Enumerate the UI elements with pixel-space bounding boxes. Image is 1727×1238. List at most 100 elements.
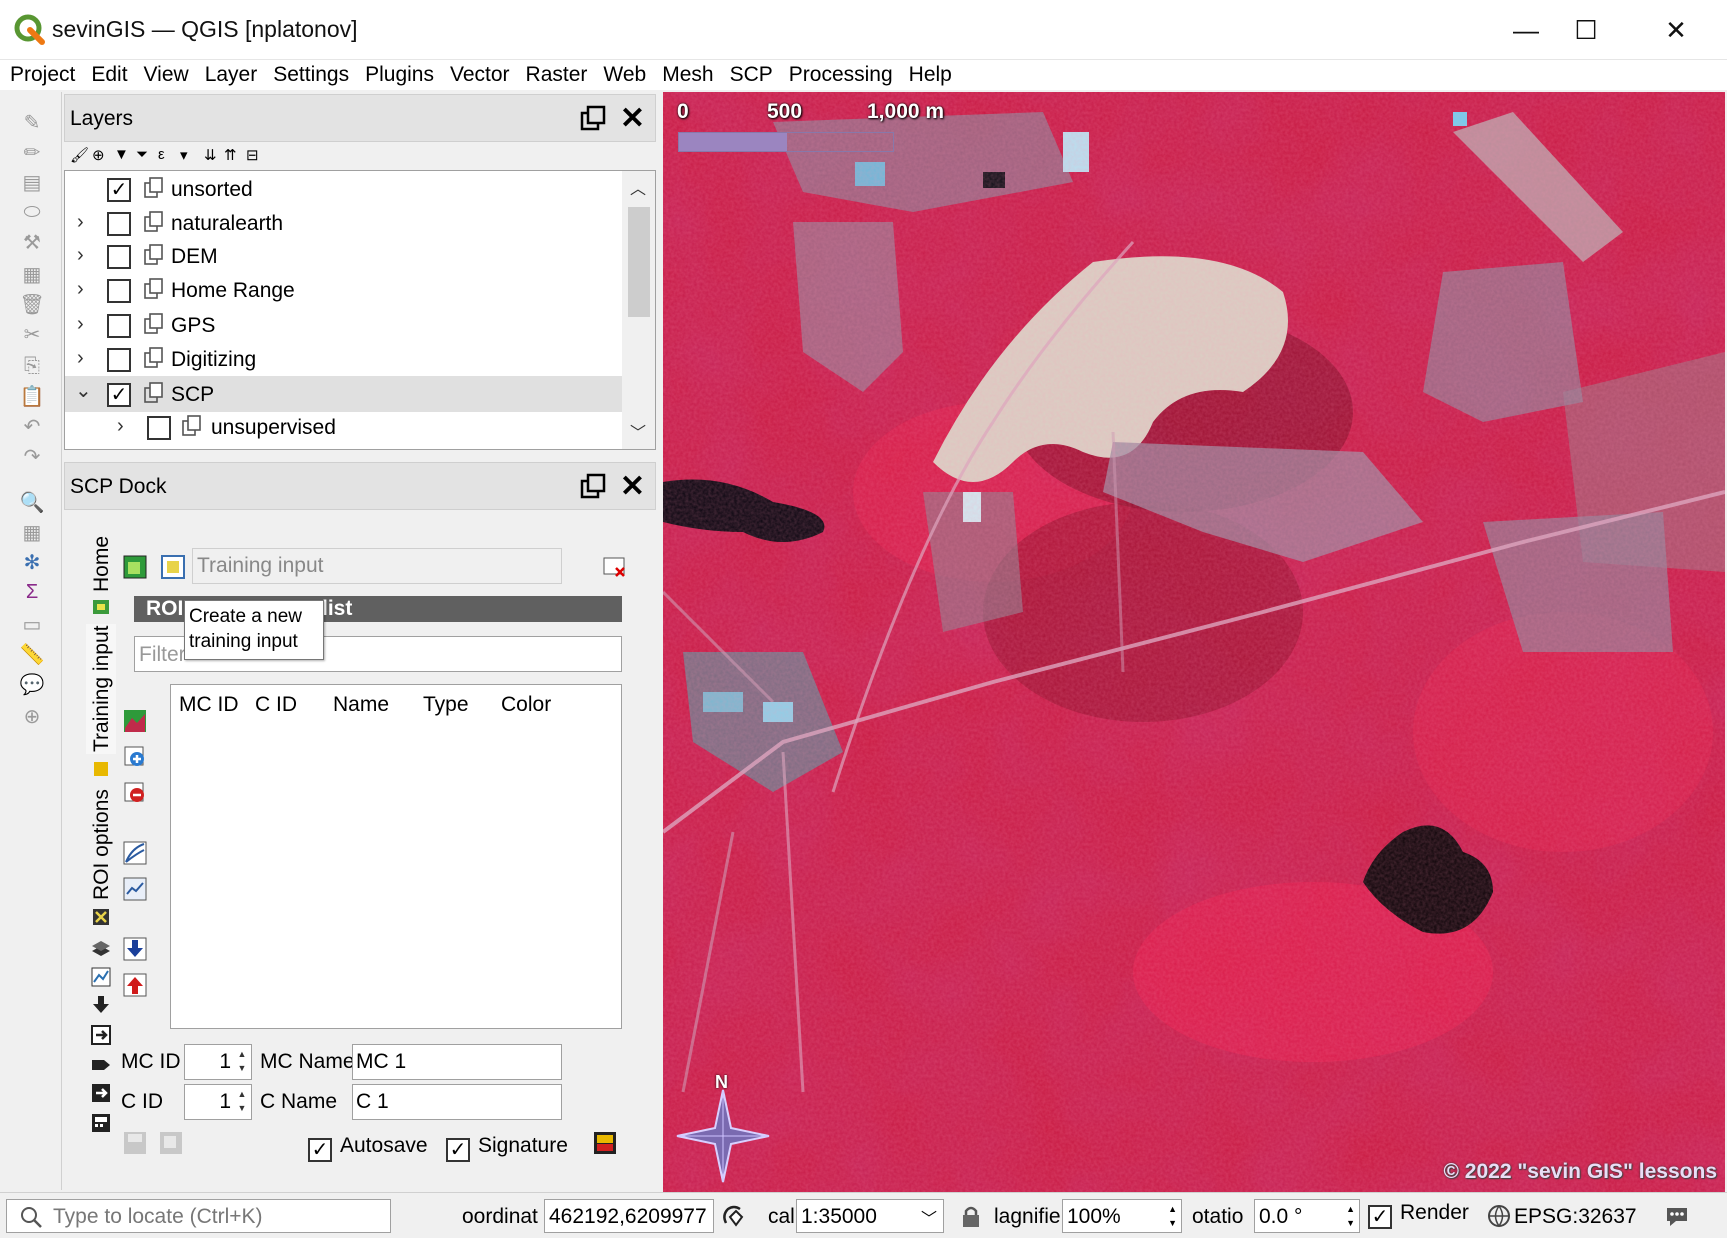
attribute-table-icon[interactable]: ▦ <box>20 520 44 544</box>
settings-gear-icon[interactable]: ✻ <box>20 550 44 574</box>
download-tab-icon[interactable] <box>90 994 112 1016</box>
scroll-up-icon[interactable]: ︿ <box>630 175 646 199</box>
layer-row-unsorted[interactable]: ✓ unsorted <box>65 171 622 207</box>
copy-features-icon[interactable]: ⎘ <box>20 354 44 378</box>
spectral-plot-tab-icon[interactable] <box>90 966 112 988</box>
checkbox-icon[interactable]: ✓ <box>308 1138 332 1162</box>
band-calc-tab-icon[interactable] <box>90 1112 112 1134</box>
layer-row-digitizing[interactable]: › Digitizing <box>65 341 622 377</box>
band-set-tab-icon[interactable] <box>90 936 112 958</box>
checkbox-icon[interactable]: ✓ <box>446 1138 470 1162</box>
vertex-tool-icon[interactable]: ⚒ <box>20 230 44 254</box>
layer-checkbox[interactable] <box>147 416 171 440</box>
filter-expression-icon[interactable]: ε <box>158 146 165 163</box>
lock-scale-icon[interactable] <box>958 1203 984 1229</box>
column-header-c-id[interactable]: C ID <box>255 693 297 717</box>
menu-scp[interactable]: SCP <box>730 63 773 87</box>
scatter-plot-icon[interactable] <box>122 840 148 866</box>
c-name-field[interactable]: C 1 <box>352 1084 562 1120</box>
save-edits-icon[interactable]: ▤ <box>20 170 44 194</box>
tab-home[interactable]: Home <box>86 532 116 592</box>
float-panel-icon[interactable] <box>579 472 607 500</box>
manage-theme-icon[interactable]: ▼ <box>114 146 129 163</box>
expand-all-icon[interactable]: ▾ <box>180 146 188 164</box>
tab-training-input[interactable]: Training input <box>86 624 116 754</box>
import-roi-icon[interactable] <box>122 936 148 962</box>
layer-row-home-range[interactable]: › Home Range <box>65 272 622 308</box>
merge-roi-icon[interactable] <box>122 744 148 770</box>
remove-layer-icon[interactable]: ⊟ <box>246 146 259 164</box>
layer-row-unsupervised[interactable]: › unsupervised <box>65 409 622 445</box>
layer-checkbox[interactable] <box>107 314 131 338</box>
measure-icon[interactable]: ▭ <box>20 612 44 636</box>
undo-roi-icon[interactable] <box>158 1130 184 1156</box>
ruler-icon[interactable]: 📏 <box>20 642 45 666</box>
expand-chevron-icon[interactable]: › <box>77 347 84 370</box>
layer-checkbox[interactable] <box>107 212 131 236</box>
delete-roi-icon[interactable] <box>122 780 148 806</box>
close-panel-icon[interactable]: ✕ <box>620 101 645 136</box>
menu-processing[interactable]: Processing <box>789 63 893 87</box>
messages-icon[interactable] <box>1664 1203 1690 1229</box>
layer-row-naturalearth[interactable]: › naturalearth <box>65 205 622 241</box>
close-panel-icon[interactable]: ✕ <box>620 469 645 504</box>
map-tips-icon[interactable]: 💬 <box>20 672 45 696</box>
collapse-chevron-icon[interactable]: ⌄ <box>75 378 92 403</box>
column-header-type[interactable]: Type <box>423 693 469 717</box>
menu-mesh[interactable]: Mesh <box>662 63 713 87</box>
tab-roi-options[interactable]: ROI options <box>86 789 116 902</box>
expand-layers-icon[interactable]: ⇈ <box>224 146 237 164</box>
cut-features-icon[interactable]: ✂ <box>20 322 44 346</box>
checkbox-icon[interactable]: ✓ <box>1368 1205 1392 1229</box>
spin-arrows-icon[interactable]: ▲ ▼ <box>1168 1202 1177 1230</box>
crs-globe-icon[interactable] <box>1486 1203 1512 1229</box>
layer-row-dem[interactable]: › DEM <box>65 238 622 274</box>
column-header-mc-id[interactable]: MC ID <box>179 693 239 717</box>
postprocessing-tab-icon[interactable] <box>90 1082 112 1104</box>
layer-checkbox[interactable] <box>107 348 131 372</box>
map-canvas[interactable]: 0 500 1,000 m N © 2022 "sevin GIS" lesso… <box>663 92 1725 1192</box>
style-manager-icon[interactable]: 🖌 <box>70 146 89 164</box>
identify-icon[interactable]: 🔍 <box>20 490 45 514</box>
rotation-spinbox[interactable]: 0.0 ° ▲ ▼ <box>1254 1199 1360 1233</box>
paste-features-icon[interactable]: 📋 <box>20 384 45 408</box>
expand-chevron-icon[interactable]: › <box>77 313 84 336</box>
filter-legend-icon[interactable]: ⏷ <box>136 146 148 163</box>
crs-label[interactable]: EPSG:32637 <box>1514 1205 1637 1229</box>
layer-row-gps[interactable]: › GPS <box>65 307 622 343</box>
menu-layer[interactable]: Layer <box>205 63 258 87</box>
menu-raster[interactable]: Raster <box>526 63 588 87</box>
locator-search-input[interactable]: Type to locate (Ctrl+K) <box>6 1199 391 1233</box>
pencil-icon[interactable]: ✏ <box>20 140 44 164</box>
signature-checkbox[interactable]: ✓ Signature <box>446 1134 568 1162</box>
collapse-all-icon[interactable]: ⇊ <box>204 146 217 164</box>
expand-chevron-icon[interactable]: › <box>77 244 84 267</box>
redo-icon[interactable]: ↷ <box>20 444 44 468</box>
modify-attributes-icon[interactable]: ▦ <box>20 262 44 286</box>
maximize-button[interactable]: ☐ <box>1560 10 1612 50</box>
scrollbar-thumb[interactable] <box>628 207 650 317</box>
create-training-input-icon[interactable] <box>160 554 186 580</box>
coordinate-field[interactable]: 462192,6209977 <box>544 1199 714 1233</box>
layer-checkbox[interactable]: ✓ <box>107 383 131 407</box>
menu-vector[interactable]: Vector <box>450 63 510 87</box>
menu-project[interactable]: Project <box>10 63 75 87</box>
layer-row-scp[interactable]: ⌄ ✓ SCP <box>65 376 622 412</box>
preprocessing-tab-icon[interactable] <box>90 1024 112 1046</box>
c-id-spinbox[interactable]: 1 ▲ ▼ <box>184 1084 252 1120</box>
column-header-color[interactable]: Color <box>501 693 551 717</box>
expand-chevron-icon[interactable]: › <box>77 278 84 301</box>
reset-training-input-icon[interactable] <box>602 554 628 580</box>
edit-pencil-icon[interactable]: ✎ <box>20 110 44 134</box>
toggle-extents-icon[interactable] <box>720 1203 746 1229</box>
spectral-plot-icon[interactable] <box>122 708 148 734</box>
save-roi-icon[interactable] <box>122 1130 148 1156</box>
layer-checkbox[interactable] <box>107 279 131 303</box>
layer-checkbox[interactable]: ✓ <box>107 178 131 202</box>
scroll-down-icon[interactable]: ﹀ <box>630 419 646 443</box>
mc-id-spinbox[interactable]: 1 ▲ ▼ <box>184 1044 252 1080</box>
magnifier-spinbox[interactable]: 100% ▲ ▼ <box>1062 1199 1182 1233</box>
spin-arrows-icon[interactable]: ▲ ▼ <box>235 1047 249 1077</box>
signature-plot-icon[interactable] <box>122 876 148 902</box>
layer-tree-scrollbar[interactable]: ︿ ﹀ <box>622 171 655 449</box>
